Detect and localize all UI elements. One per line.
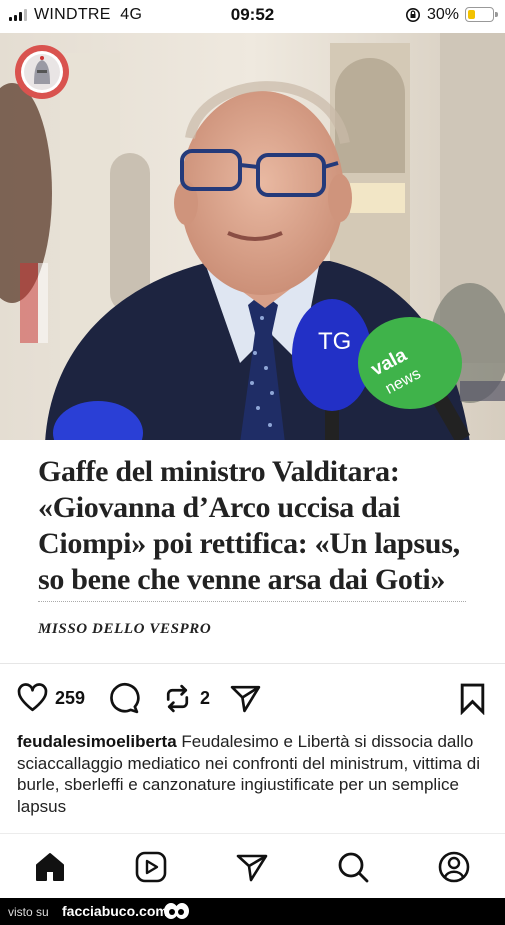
post-action-bar: 259 2 <box>0 678 505 718</box>
dotted-divider <box>38 601 466 602</box>
send-icon <box>230 685 261 712</box>
heart-icon <box>17 682 48 711</box>
orientation-lock-icon <box>406 8 420 22</box>
watermark-site[interactable]: facciabuco.com <box>62 903 168 919</box>
mic-label-tg: TG <box>318 328 351 355</box>
headline-card: Gaffe del ministro Valditara: «Giovanna … <box>0 440 505 664</box>
caption-username[interactable]: feudalesimoeliberta <box>17 732 177 751</box>
facciabuco-eyes-icon <box>164 903 189 919</box>
share-button[interactable] <box>229 678 262 718</box>
nav-profile[interactable] <box>437 850 471 884</box>
home-icon <box>36 853 64 881</box>
post-image[interactable]: TG vala news <box>0 33 505 443</box>
repost-count: 2 <box>200 687 211 708</box>
battery-percent: 30% <box>427 6 460 23</box>
watermark-prefix: visto su <box>8 905 49 919</box>
watermark-strip: visto su facciabuco.com <box>0 898 505 925</box>
repost-icon <box>166 684 189 712</box>
battery-icon <box>465 7 498 22</box>
profile-icon <box>438 851 470 883</box>
repost-button[interactable]: 2 <box>161 678 210 718</box>
bottom-nav <box>0 846 505 888</box>
nav-home[interactable] <box>33 850 67 884</box>
search-icon <box>338 852 369 883</box>
save-button[interactable] <box>456 678 489 718</box>
post-photo: TG vala news <box>0 33 505 443</box>
reels-icon <box>135 851 167 883</box>
nav-messages[interactable] <box>235 850 269 884</box>
post-caption: feudalesimoeliberta Feudalesimo e Libert… <box>17 731 492 817</box>
bookmark-icon <box>460 683 485 715</box>
comment-button[interactable] <box>107 678 140 718</box>
like-count: 259 <box>55 687 86 708</box>
nav-divider <box>0 833 505 834</box>
article-headline: Gaffe del ministro Valditara: «Giovanna … <box>38 455 460 596</box>
nav-reels[interactable] <box>134 850 168 884</box>
nav-search[interactable] <box>336 850 370 884</box>
direct-icon <box>236 854 268 882</box>
like-button[interactable]: 259 <box>16 678 85 718</box>
status-bar: WINDTRE 4G 09:52 30% <box>0 0 505 32</box>
comment-icon <box>110 682 140 713</box>
feudalesimo-logo <box>15 45 69 99</box>
article-byline: MISSO DELLO VESPRO <box>38 621 212 637</box>
